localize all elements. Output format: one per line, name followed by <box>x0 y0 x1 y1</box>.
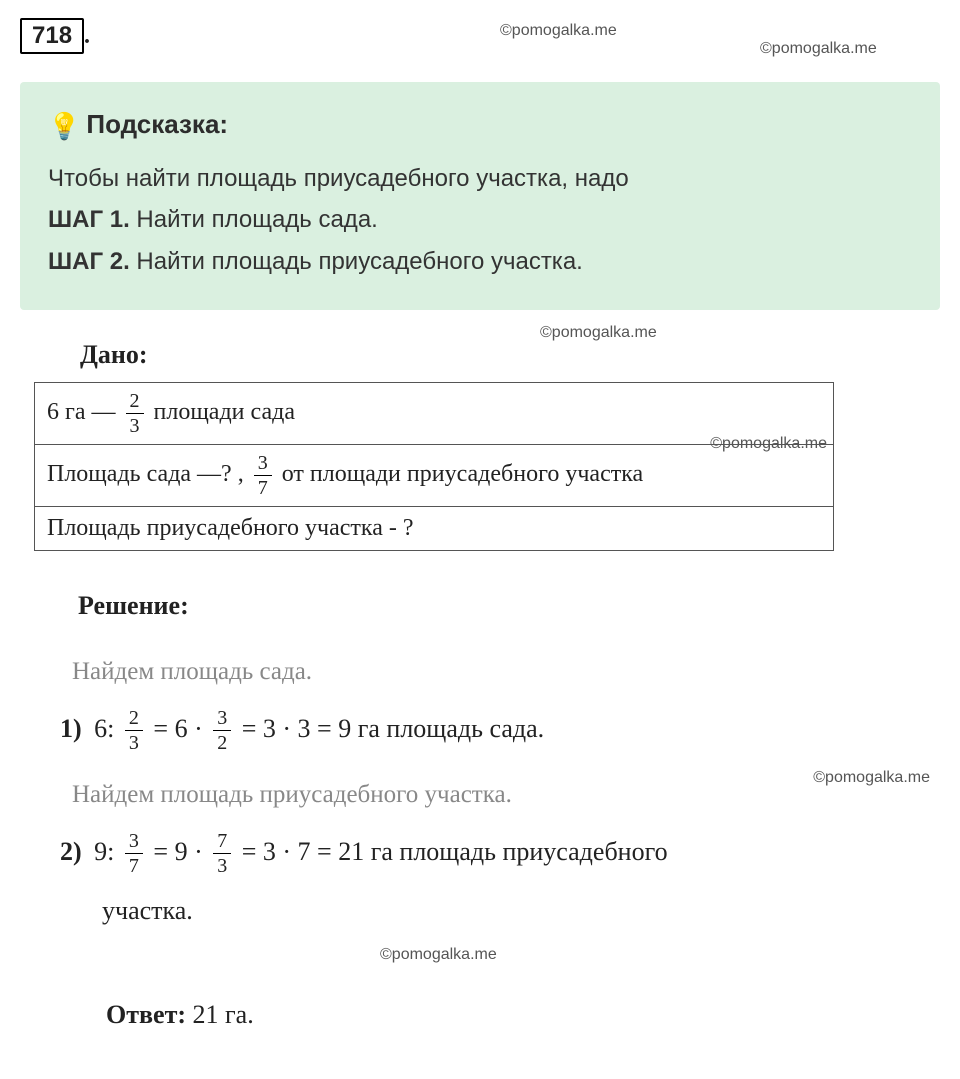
given-table: 6 га — 2 3 площади сада Площадь сада —? … <box>34 382 834 551</box>
given-title: Дано: <box>80 340 940 370</box>
step-index: 2) <box>60 837 82 866</box>
hint-intro: Чтобы найти площадь приусадебного участк… <box>48 160 912 197</box>
lightbulb-icon: 💡 <box>48 106 80 146</box>
step1-mid2: = 3 · 3 = 9 га площадь сада. <box>242 714 544 743</box>
problem-number: 718 <box>20 18 84 54</box>
table-row: Площадь сада —? , 3 7 от площади приусад… <box>35 444 834 506</box>
hint-step-2: ШАГ 2. Найти площадь приусадебного участ… <box>48 243 912 280</box>
solution-step-1: 1) 6: 2 3 = 6 · 3 2 = 3 · 3 = 9 га площа… <box>60 704 940 754</box>
hint-box: 💡Подсказка: Чтобы найти площадь приусаде… <box>20 82 940 310</box>
step2-a: 9: <box>94 837 114 866</box>
table-row: Площадь приусадебного участка - ? <box>35 506 834 550</box>
answer: Ответ: 21 га. <box>106 990 940 1039</box>
hint-step-label: ШАГ 1. <box>48 206 130 233</box>
problem-number-wrap: 718. <box>20 23 90 49</box>
page-root: 718. ©pomogalka.me ©pomogalka.me 💡Подска… <box>0 0 960 1079</box>
answer-label: Ответ: <box>106 1000 186 1029</box>
hint-step-1: ШАГ 1. Найти площадь сада. <box>48 201 912 238</box>
step2-mid1: = 9 · <box>153 837 209 866</box>
given-row2-post: от площади приусадебного участка <box>282 461 643 487</box>
step-index: 1) <box>60 714 82 743</box>
fraction: 7 3 <box>213 831 231 876</box>
fraction: 2 3 <box>126 391 144 436</box>
fraction: 3 7 <box>254 453 272 498</box>
fraction: 3 7 <box>125 831 143 876</box>
hint-title: 💡Подсказка: <box>48 104 912 146</box>
given-row1-pre: 6 га — <box>47 399 116 425</box>
hint-title-text: Подсказка: <box>86 109 228 139</box>
hint-step-text: Найти площадь сада. <box>136 206 377 233</box>
solution-step-2: 2) 9: 3 7 = 9 · 7 3 = 3 · 7 = 21 га площ… <box>60 827 940 877</box>
hint-step-label: ШАГ 2. <box>48 248 130 275</box>
solution-note-1: Найдем площадь сада. <box>72 648 940 696</box>
fraction: 3 2 <box>213 708 231 753</box>
watermark-1: ©pomogalka.me <box>500 22 617 40</box>
solution-block: Решение: Найдем площадь сада. 1) 6: 2 3 … <box>20 581 940 1040</box>
step1-mid1: = 6 · <box>153 714 209 743</box>
watermark-6: ©pomogalka.me <box>380 940 960 970</box>
given-row3: Площадь приусадебного участка - ? <box>47 515 414 541</box>
solution-title: Решение: <box>78 581 940 630</box>
step2-mid2: = 3 · 7 = 21 га площадь приусадебного <box>242 837 668 866</box>
table-row: 6 га — 2 3 площади сада <box>35 382 834 444</box>
hint-step-text: Найти площадь приусадебного участка. <box>136 248 582 275</box>
solution-note-2: Найдем площадь приусадебного участка. <box>72 771 940 819</box>
fraction: 2 3 <box>125 708 143 753</box>
given-row1-post: площади сада <box>154 399 295 425</box>
watermark-2: ©pomogalka.me <box>760 40 877 58</box>
step1-a: 6: <box>94 714 114 743</box>
given-row2-pre: Площадь сада —? , <box>47 461 244 487</box>
solution-step-2-cont: участка. <box>102 886 940 935</box>
answer-text: 21 га. <box>193 1000 254 1029</box>
